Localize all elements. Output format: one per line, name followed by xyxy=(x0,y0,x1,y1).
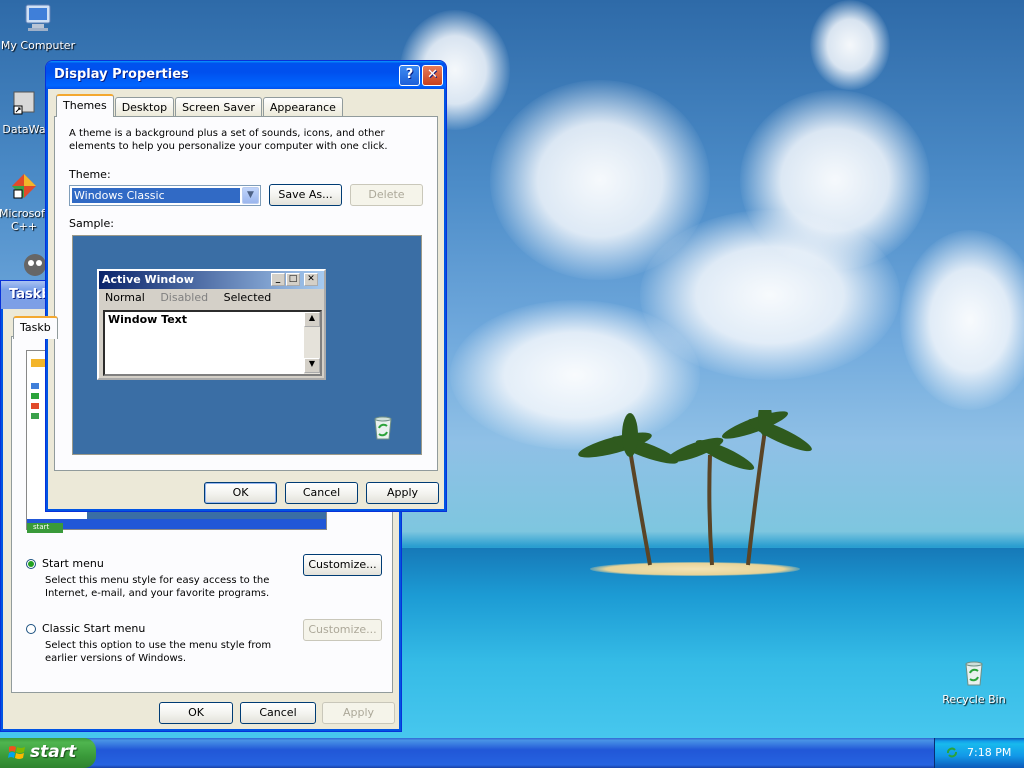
taskbar-apply-button[interactable]: Apply xyxy=(322,702,395,724)
visual-cpp-icon xyxy=(12,174,36,199)
window-title: Display Properties xyxy=(54,67,189,82)
classic-start-menu-description: Select this option to use the menu style… xyxy=(45,640,272,664)
palm-trees xyxy=(578,410,812,566)
start-menu-radio[interactable] xyxy=(26,559,36,569)
application-shortcut-icon xyxy=(13,91,35,115)
scroll-down-icon: ▼ xyxy=(304,358,320,373)
save-as-button[interactable]: Save As... xyxy=(269,184,342,206)
recycle-bin-icon xyxy=(374,416,392,440)
preview-menu-item xyxy=(31,403,39,409)
help-button[interactable]: ? xyxy=(399,65,420,86)
themes-panel: A theme is a background plus a set of so… xyxy=(54,116,438,471)
start-menu-label: Start menu xyxy=(42,557,104,570)
windows-logo-icon xyxy=(8,746,25,759)
cloud xyxy=(810,0,890,90)
taskbar-tabs: Taskb xyxy=(13,316,59,339)
theme-select[interactable]: Windows Classic ▼ xyxy=(69,185,261,206)
scroll-up-icon: ▲ xyxy=(304,312,320,327)
desktop-icon-label: Recycle Bin xyxy=(942,693,1006,706)
chevron-down-icon[interactable]: ▼ xyxy=(242,187,259,204)
tab-screen-saver[interactable]: Screen Saver xyxy=(175,97,262,117)
help-icon: ? xyxy=(405,67,414,82)
display-properties-titlebar[interactable]: Display Properties ? ✕ xyxy=(46,61,446,89)
sample-scrollbar: ▲ ▼ xyxy=(304,312,320,374)
apply-button[interactable]: Apply xyxy=(366,482,439,504)
desktop-icon-recycle-bin[interactable]: Recycle Bin xyxy=(936,656,1012,706)
sample-window-title: Active Window xyxy=(102,273,194,286)
sample-menubar: Normal Disabled Selected xyxy=(99,289,324,307)
preview-start: start xyxy=(27,523,63,533)
delete-button[interactable]: Delete xyxy=(350,184,423,206)
maximize-icon: □ xyxy=(286,273,300,286)
cloud xyxy=(900,230,1024,410)
recycle-tray-icon[interactable] xyxy=(945,745,959,759)
start-button[interactable]: start xyxy=(0,738,96,768)
desktop-icon-label: My Computer xyxy=(0,39,76,52)
theme-select-value: Windows Classic xyxy=(72,188,240,203)
sample-label: Sample: xyxy=(69,217,114,230)
sample-menu-disabled: Disabled xyxy=(160,291,209,304)
ok-button[interactable]: OK xyxy=(204,482,277,504)
sample-active-window: Active Window _ □ ✕ Normal Disabled Sele… xyxy=(97,269,326,380)
classic-start-menu-radio[interactable] xyxy=(26,624,36,634)
themes-description: A theme is a background plus a set of so… xyxy=(69,128,388,152)
tab-desktop[interactable]: Desktop xyxy=(114,97,175,117)
classic-customize-button[interactable]: Customize... xyxy=(303,619,382,641)
clock[interactable]: 7:18 PM xyxy=(967,746,1011,759)
display-tabs: Themes Desktop Screen Saver Appearance xyxy=(56,94,344,117)
sample-window-titlebar: Active Window _ □ ✕ xyxy=(99,271,324,289)
sample-window-text: Window Text xyxy=(108,313,188,326)
close-button[interactable]: ✕ xyxy=(422,65,443,86)
theme-label: Theme: xyxy=(69,168,111,181)
preview-menu-item xyxy=(31,383,39,389)
sample-window-body: Window Text ▲ ▼ xyxy=(103,310,322,376)
taskbar-cancel-button[interactable]: Cancel xyxy=(240,702,316,724)
preview-menu-item xyxy=(31,393,39,399)
desktop-icon-my-computer[interactable]: My Computer xyxy=(0,2,76,52)
recycle-bin-icon xyxy=(965,661,983,686)
classic-start-menu-label: Classic Start menu xyxy=(42,622,146,635)
sample-menu-selected: Selected xyxy=(223,291,272,304)
radio-dot xyxy=(28,561,34,567)
tab-themes[interactable]: Themes xyxy=(56,94,114,117)
cancel-button[interactable]: Cancel xyxy=(285,482,358,504)
close-icon: ✕ xyxy=(427,67,438,82)
tab-taskbar[interactable]: Taskb xyxy=(13,316,58,339)
tab-appearance[interactable]: Appearance xyxy=(262,97,343,117)
sample-menu-normal: Normal xyxy=(105,291,145,304)
start-label: start xyxy=(30,742,77,762)
theme-sample-preview: Active Window _ □ ✕ Normal Disabled Sele… xyxy=(72,235,422,455)
minimize-icon: _ xyxy=(271,273,285,286)
taskbar-ok-button[interactable]: OK xyxy=(159,702,233,724)
customize-button[interactable]: Customize... xyxy=(303,554,382,576)
preview-taskbar: start xyxy=(27,519,326,533)
system-tray: 7:18 PM xyxy=(934,738,1024,768)
preview-menu-item xyxy=(31,413,39,419)
start-menu-description: Select this menu style for easy access t… xyxy=(45,575,270,599)
taskbar: start 7:18 PM xyxy=(0,738,1024,768)
close-icon: ✕ xyxy=(304,273,318,286)
display-properties-window: Display Properties ? ✕ Themes Desktop Sc… xyxy=(45,60,447,512)
computer-icon xyxy=(25,4,51,31)
